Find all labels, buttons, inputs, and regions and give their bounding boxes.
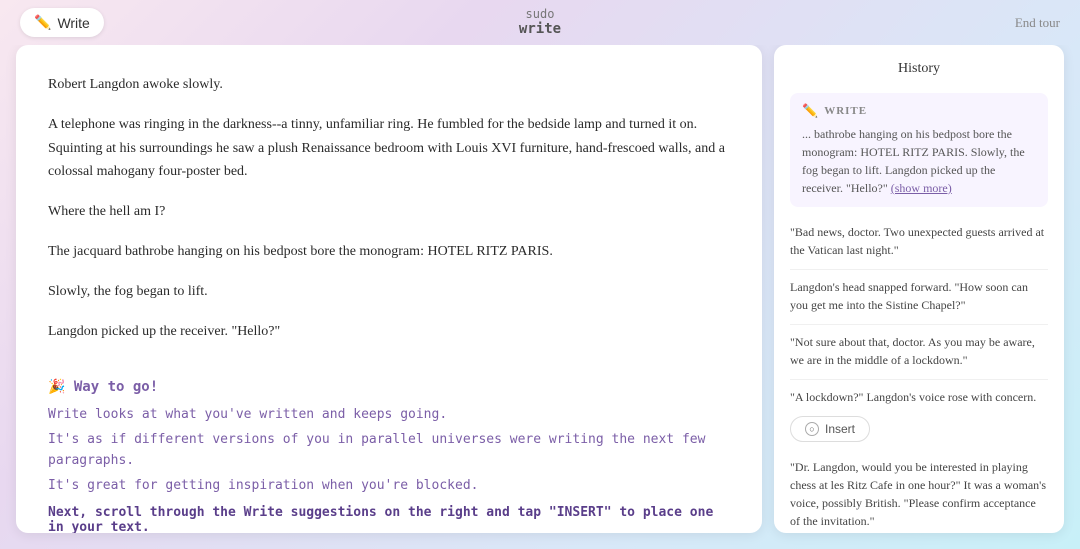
paragraph-3: Where the hell am I? (48, 200, 730, 224)
history-block-1-text: "Bad news, doctor. Two unexpected guests… (790, 225, 1044, 257)
history-block-4-group: "A lockdown?" Langdon's voice rose with … (790, 384, 1048, 442)
history-block-2-text: Langdon's head snapped forward. "How soo… (790, 280, 1028, 312)
logo-write: write (519, 21, 561, 38)
insert-button-1[interactable]: ○ Insert (790, 416, 870, 442)
app-header: ✏️ Write sudo write End tour (0, 0, 1080, 45)
end-tour-button[interactable]: End tour (1015, 15, 1060, 31)
write-preview-text: ... bathrobe hanging on his bedpost bore… (802, 125, 1036, 197)
write-button[interactable]: ✏️ Write (20, 8, 104, 37)
suggestion-line-1: Write looks at what you've written and k… (48, 405, 730, 426)
app-logo: sudo write (519, 7, 561, 38)
paragraph-6: Langdon picked up the receiver. "Hello?" (48, 320, 730, 344)
paragraph-4: The jacquard bathrobe hanging on his bed… (48, 240, 730, 264)
main-content: Robert Langdon awoke slowly. A telephone… (0, 45, 1080, 549)
editor-text: Robert Langdon awoke slowly. A telephone… (48, 73, 730, 343)
history-block-2: Langdon's head snapped forward. "How soo… (790, 274, 1048, 325)
way-to-go-header: 🎉 Way to go! (48, 379, 730, 395)
circle-icon-1: ○ (805, 422, 819, 436)
logo-area: ✏️ Write (20, 8, 104, 37)
suggestion-line-2: It's as if different versions of you in … (48, 430, 730, 472)
logo-sudo: sudo (519, 7, 561, 21)
paragraph-1: Robert Langdon awoke slowly. (48, 73, 730, 97)
write-button-label: Write (57, 15, 89, 31)
paragraph-5: Slowly, the fog began to lift. (48, 280, 730, 304)
paragraph-2: A telephone was ringing in the darkness-… (48, 113, 730, 184)
history-block-1: "Bad news, doctor. Two unexpected guests… (790, 219, 1048, 270)
suggestion-area: 🎉 Way to go! Write looks at what you've … (48, 363, 730, 533)
suggestion-line-4: Next, scroll through the Write suggestio… (48, 505, 730, 533)
editor-panel[interactable]: Robert Langdon awoke slowly. A telephone… (16, 45, 762, 533)
history-block-5-text: "Dr. Langdon, would you be interested in… (790, 460, 1046, 528)
history-group-1: "Bad news, doctor. Two unexpected guests… (790, 219, 1048, 442)
history-group-2: "Dr. Langdon, would you be interested in… (790, 454, 1048, 533)
pen-icon: ✏️ (34, 14, 51, 31)
suggestion-line-3: It's great for getting inspiration when … (48, 476, 730, 497)
history-block-4: "A lockdown?" Langdon's voice rose with … (790, 384, 1048, 410)
history-block-5: "Dr. Langdon, would you be interested in… (790, 454, 1048, 533)
write-section: ✏️ WRITE ... bathrobe hanging on his bed… (790, 93, 1048, 207)
history-block-3-text: "Not sure about that, doctor. As you may… (790, 335, 1035, 367)
history-block-3: "Not sure about that, doctor. As you may… (790, 329, 1048, 380)
insert-label-1: Insert (825, 422, 855, 436)
pencil-icon: ✏️ (802, 103, 818, 119)
history-panel: History ✏️ WRITE ... bathrobe hanging on… (774, 45, 1064, 533)
write-label-text: WRITE (824, 105, 867, 117)
history-block-4-text: "A lockdown?" Langdon's voice rose with … (790, 390, 1036, 404)
write-label-row: ✏️ WRITE (802, 103, 1036, 119)
history-title: History (790, 61, 1048, 77)
show-more-link[interactable]: (show more) (891, 181, 952, 195)
